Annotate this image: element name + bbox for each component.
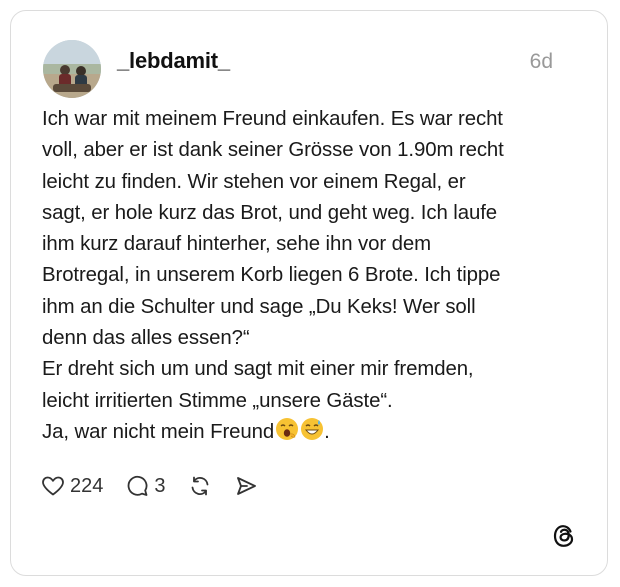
post-text-line: voll, aber er ist dank seiner Grösse von… bbox=[42, 139, 504, 162]
repost-icon bbox=[188, 474, 212, 498]
heart-icon bbox=[41, 474, 65, 498]
share-button[interactable] bbox=[234, 474, 258, 498]
post-text-line: Er dreht sich um und sagt mit einer mir … bbox=[42, 358, 474, 381]
post-card: _lebdamit_ 6d Ich war mit meinem Freund … bbox=[10, 10, 608, 576]
yawning-face-emoji bbox=[275, 417, 299, 451]
post-timestamp[interactable]: 6d bbox=[530, 50, 553, 74]
like-count: 224 bbox=[70, 474, 104, 497]
like-button[interactable]: 224 bbox=[41, 474, 103, 498]
post-text-line: sagt, er hole kurz das Brot, und geht we… bbox=[42, 201, 497, 224]
reply-button[interactable]: 3 bbox=[125, 474, 166, 498]
post-text-line: leicht irritierten Stimme „unsere Gäste“… bbox=[42, 389, 393, 412]
repost-button[interactable] bbox=[188, 474, 212, 498]
post-text-line: denn das alles essen?“ bbox=[42, 327, 250, 350]
threads-logo-icon[interactable] bbox=[551, 523, 577, 549]
post-text-line: Ich war mit meinem Freund einkaufen. Es … bbox=[42, 108, 503, 130]
username[interactable]: _lebdamit_ bbox=[117, 48, 230, 74]
grinning-sweat-emoji bbox=[300, 417, 324, 451]
post-text-line: ihm kurz darauf hinterher, sehe ihn vor … bbox=[42, 233, 431, 256]
avatar-photo bbox=[43, 40, 101, 98]
post-text-last-line: Ja, war nicht mein Freund. bbox=[42, 417, 587, 451]
post-text-suffix: . bbox=[324, 420, 330, 443]
post-text-line: Ja, war nicht mein Freund bbox=[42, 420, 275, 443]
post-text-line: leicht zu finden. Wir stehen vor einem R… bbox=[42, 170, 466, 193]
comment-icon bbox=[125, 474, 149, 498]
post-text-line: ihm an die Schulter und sage „Du Keks! W… bbox=[42, 295, 476, 318]
avatar[interactable] bbox=[43, 40, 101, 98]
action-bar: 224 3 bbox=[41, 471, 280, 501]
reply-count: 3 bbox=[154, 474, 166, 497]
send-icon bbox=[234, 474, 258, 498]
post-text: Ich war mit meinem Freund einkaufen. Es … bbox=[42, 104, 587, 451]
post-text-line: Brotregal, in unserem Korb liegen 6 Brot… bbox=[42, 264, 501, 287]
